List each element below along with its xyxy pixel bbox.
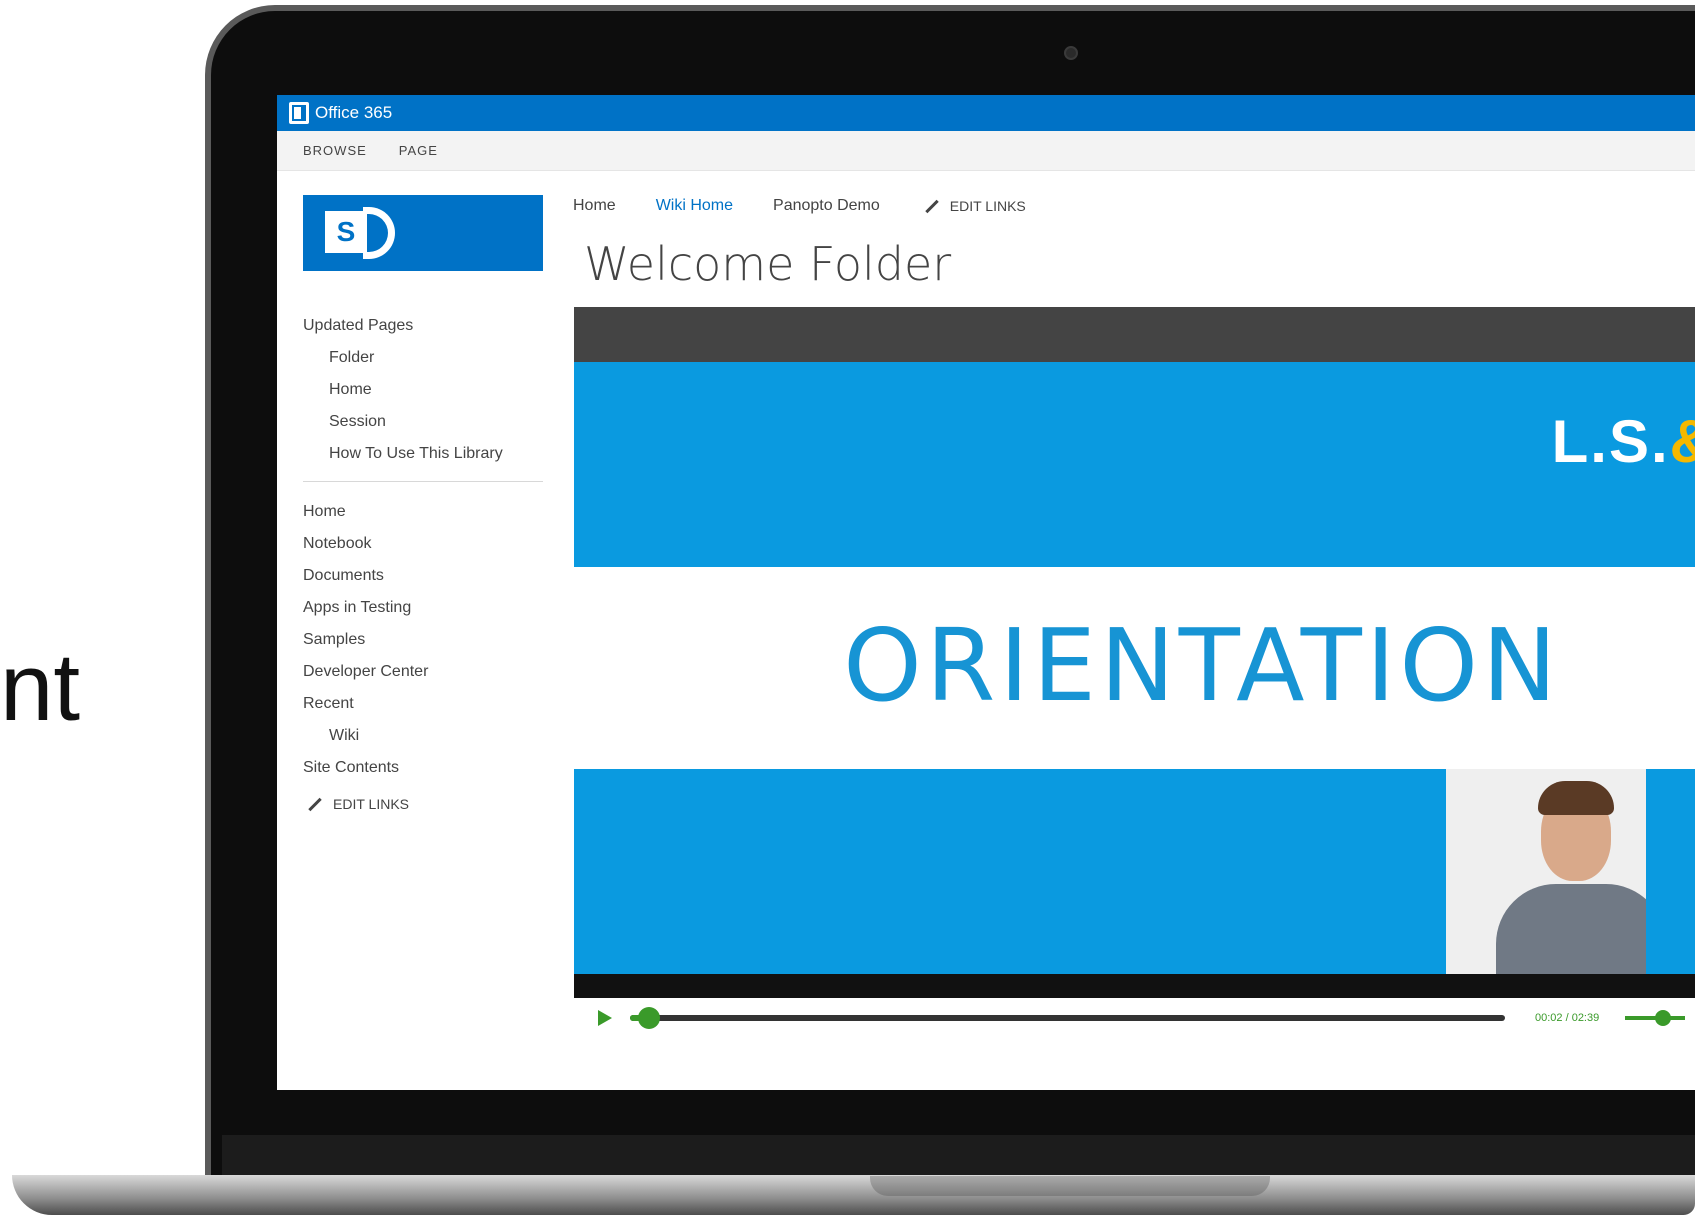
nav-edit-links-button[interactable]: EDIT LINKS: [303, 796, 543, 812]
seek-handle[interactable]: [638, 1007, 660, 1029]
nav-item-documents[interactable]: Documents: [303, 560, 543, 592]
nav-item-samples[interactable]: Samples: [303, 624, 543, 656]
ribbon-tabs: BROWSE PAGE: [277, 131, 1695, 171]
player-bottom-bar: [574, 974, 1695, 998]
nav-item-home[interactable]: Home: [303, 496, 543, 528]
video-player[interactable]: L.S.& ORIENTATION 00:02 / 02:39: [574, 307, 1695, 1077]
breadcrumb-home[interactable]: Home: [573, 197, 616, 215]
page-title: Welcome Folder: [584, 237, 952, 291]
volume-slider[interactable]: [1625, 1010, 1686, 1026]
nav-item-session[interactable]: Session: [303, 406, 543, 438]
sharepoint-logo[interactable]: S: [303, 195, 543, 271]
brand-ampersand: &: [1670, 408, 1695, 475]
play-icon[interactable]: [598, 1010, 612, 1026]
nav-divider: [303, 481, 543, 482]
pencil-icon: [925, 199, 939, 213]
top-edit-links-label: EDIT LINKS: [949, 198, 1026, 214]
left-navigation: Updated Pages Folder Home Session How To…: [303, 310, 543, 812]
breadcrumb: Home Wiki Home Panopto Demo EDIT LINKS: [573, 197, 1066, 215]
seek-bar[interactable]: [630, 1007, 1505, 1029]
playback-time: 00:02 / 02:39: [1535, 1012, 1600, 1024]
nav-item-wiki[interactable]: Wiki: [303, 720, 543, 752]
office365-title[interactable]: Office 365: [315, 103, 392, 123]
presenter-hair: [1538, 781, 1614, 815]
nav-item-notebook[interactable]: Notebook: [303, 528, 543, 560]
office-logo-icon[interactable]: [289, 102, 309, 124]
laptop-base: [12, 1175, 1695, 1215]
presenter-webcam-thumbnail[interactable]: [1446, 769, 1646, 974]
pencil-icon: [308, 797, 322, 811]
volume-handle[interactable]: [1655, 1010, 1672, 1026]
breadcrumb-wiki-home[interactable]: Wiki Home: [656, 197, 733, 215]
player-controls: 00:02 / 02:39: [574, 998, 1695, 1038]
brand-letters: L.S.: [1551, 408, 1670, 475]
nav-updated-pages[interactable]: Updated Pages: [303, 310, 543, 342]
top-edit-links-button[interactable]: EDIT LINKS: [920, 198, 1026, 214]
nav-item-site-contents[interactable]: Site Contents: [303, 752, 543, 784]
nav-edit-links-label: EDIT LINKS: [333, 796, 409, 812]
nav-item-recent[interactable]: Recent: [303, 688, 543, 720]
breadcrumb-panopto-demo[interactable]: Panopto Demo: [773, 197, 880, 215]
side-caption-text: nt: [0, 634, 81, 741]
nav-item-home-updated[interactable]: Home: [303, 374, 543, 406]
slide-bottom-band: [574, 769, 1695, 974]
nav-item-apps-in-testing[interactable]: Apps in Testing: [303, 592, 543, 624]
slide-top-band: L.S.&: [574, 362, 1695, 567]
laptop-screen: Office 365 BROWSE PAGE S Home Wiki Home …: [277, 95, 1695, 1090]
tab-page[interactable]: PAGE: [399, 143, 438, 158]
presenter-body: [1496, 884, 1646, 974]
webcam: [1064, 46, 1078, 60]
slide-title: ORIENTATION: [843, 607, 1561, 724]
sharepoint-arrow-icon: [363, 207, 395, 259]
tab-browse[interactable]: BROWSE: [303, 143, 367, 158]
nav-item-how-to-use[interactable]: How To Use This Library: [303, 438, 543, 469]
office365-suite-bar: Office 365: [277, 95, 1695, 131]
nav-item-folder[interactable]: Folder: [303, 342, 543, 374]
nav-item-developer-center[interactable]: Developer Center: [303, 656, 543, 688]
player-top-bar: [574, 307, 1695, 362]
laptop-base-notch: [870, 1176, 1270, 1196]
sharepoint-s-icon: S: [325, 211, 367, 253]
slide-title-band: ORIENTATION: [574, 567, 1695, 769]
brand-logo-text: L.S.&: [1552, 407, 1695, 476]
